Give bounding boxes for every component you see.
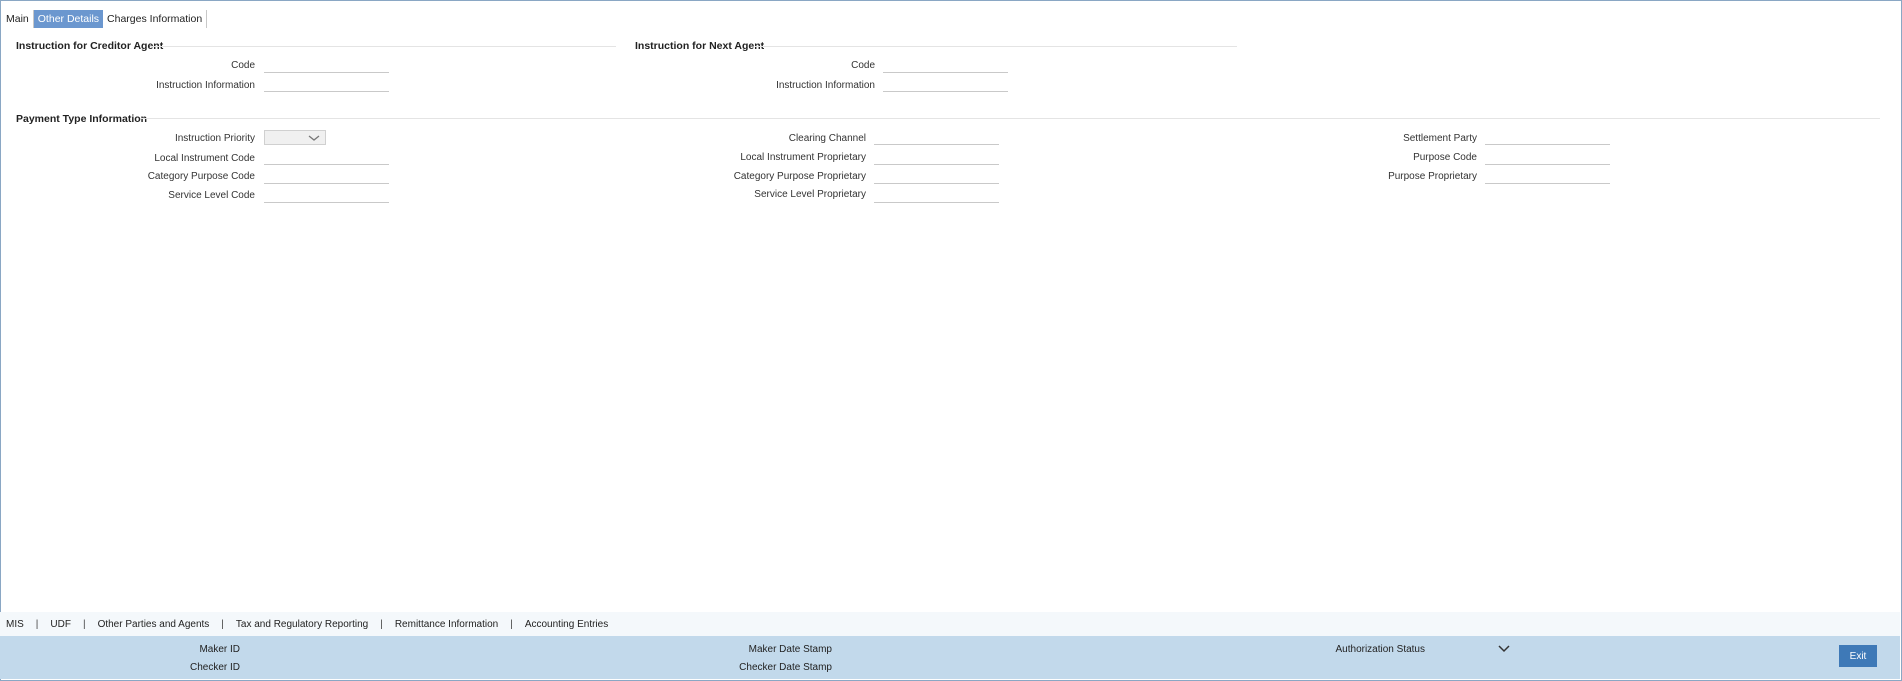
- link-separator: |: [82, 618, 86, 630]
- link-separator: |: [35, 618, 39, 630]
- creditor-instruction-info-input[interactable]: [264, 77, 389, 92]
- next-agent-code-label: Code: [851, 60, 875, 71]
- link-remittance-information[interactable]: Remittance Information: [395, 619, 498, 630]
- service-level-proprietary-label: Service Level Proprietary: [754, 189, 866, 200]
- category-purpose-code-label: Category Purpose Code: [147, 171, 255, 182]
- instruction-priority-select[interactable]: [264, 130, 326, 145]
- link-other-parties-and-agents[interactable]: Other Parties and Agents: [98, 619, 210, 630]
- authorization-status-label: Authorization Status: [1335, 644, 1426, 655]
- category-purpose-code-input[interactable]: [264, 169, 389, 184]
- next-agent-instruction-info-label: Instruction Information: [776, 80, 875, 91]
- link-accounting-entries[interactable]: Accounting Entries: [525, 619, 608, 630]
- exit-button[interactable]: Exit: [1839, 645, 1877, 667]
- category-purpose-proprietary-label: Category Purpose Proprietary: [733, 171, 866, 182]
- section-title-payment-type: Payment Type Information: [16, 113, 148, 125]
- chevron-down-icon[interactable]: [1497, 644, 1511, 654]
- tab-other-details[interactable]: Other Details: [33, 10, 104, 28]
- clearing-channel-label: Clearing Channel: [788, 133, 866, 144]
- section-divider: [755, 46, 1237, 47]
- checker-id-label: Checker ID: [189, 662, 240, 673]
- window-frame: [0, 0, 1902, 681]
- creditor-instruction-info-label: Instruction Information: [156, 80, 255, 91]
- next-agent-instruction-info-input[interactable]: [883, 77, 1008, 92]
- instruction-priority-label: Instruction Priority: [174, 133, 255, 144]
- footer-audit-bar: Maker ID Checker ID Maker Date Stamp Che…: [0, 636, 1900, 679]
- service-level-code-input[interactable]: [264, 188, 389, 203]
- local-instrument-code-input[interactable]: [264, 150, 389, 165]
- creditor-code-label: Code: [231, 60, 255, 71]
- category-purpose-proprietary-input[interactable]: [874, 169, 999, 184]
- clearing-channel-input[interactable]: [874, 130, 999, 145]
- creditor-code-input[interactable]: [264, 58, 389, 73]
- link-mis[interactable]: MIS: [6, 619, 24, 630]
- section-title-creditor-agent: Instruction for Creditor Agent: [16, 40, 164, 52]
- section-title-next-agent: Instruction for Next Agent: [635, 40, 765, 52]
- purpose-code-input[interactable]: [1485, 150, 1610, 165]
- chevron-down-icon: [308, 135, 320, 141]
- service-level-code-label: Service Level Code: [168, 190, 255, 201]
- section-divider: [150, 46, 616, 47]
- link-separator: |: [380, 618, 383, 630]
- local-instrument-proprietary-label: Local Instrument Proprietary: [740, 152, 866, 163]
- link-separator: |: [510, 618, 513, 630]
- maker-id-label: Maker ID: [199, 644, 240, 655]
- maker-date-stamp-label: Maker Date Stamp: [748, 644, 832, 655]
- tab-main[interactable]: Main: [2, 10, 34, 28]
- checker-date-stamp-label: Checker Date Stamp: [739, 662, 832, 673]
- purpose-proprietary-input[interactable]: [1485, 169, 1610, 184]
- next-agent-code-input[interactable]: [883, 58, 1008, 73]
- tab-bar: Main Other Details Charges Information: [2, 10, 208, 28]
- bottom-link-bar: MIS | UDF | Other Parties and Agents | T…: [0, 612, 1900, 636]
- settlement-party-input[interactable]: [1485, 130, 1610, 145]
- service-level-proprietary-input[interactable]: [874, 188, 999, 203]
- link-tax-and-regulatory-reporting[interactable]: Tax and Regulatory Reporting: [236, 619, 368, 630]
- local-instrument-code-label: Local Instrument Code: [154, 153, 255, 164]
- link-separator: |: [221, 618, 224, 630]
- tab-charges-information[interactable]: Charges Information: [103, 10, 208, 28]
- section-divider: [140, 118, 1880, 119]
- purpose-code-label: Purpose Code: [1413, 152, 1477, 163]
- local-instrument-proprietary-input[interactable]: [874, 150, 999, 165]
- purpose-proprietary-label: Purpose Proprietary: [1388, 171, 1477, 182]
- settlement-party-label: Settlement Party: [1403, 133, 1477, 144]
- link-udf[interactable]: UDF: [50, 619, 71, 630]
